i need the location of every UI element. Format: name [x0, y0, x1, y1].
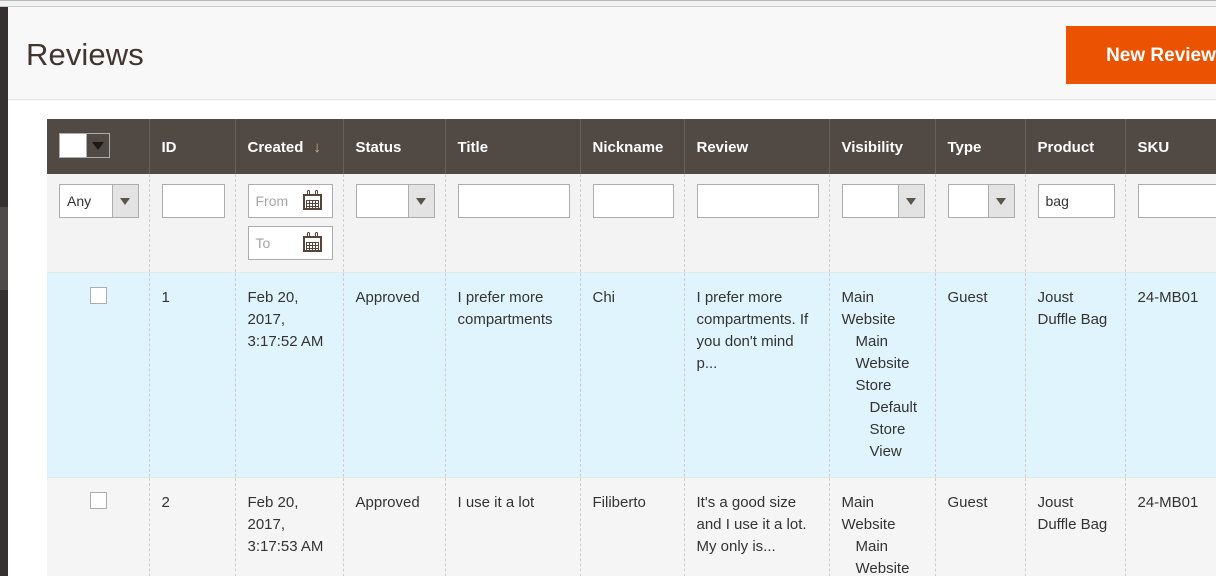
- filter-select-visibility[interactable]: [841, 184, 925, 218]
- cell-visibility: Main Website Main Website Store Default …: [829, 272, 936, 478]
- reviews-grid-container: ID Created ↓ Status Title Nickname Review…: [8, 100, 1216, 576]
- chevron-down-icon[interactable]: [111, 185, 138, 217]
- filter-date-from-placeholder: From: [255, 193, 289, 209]
- cell-sku: 24-MB01: [1125, 477, 1216, 576]
- visibility-website: Main Website: [841, 289, 896, 328]
- visibility-website: Main Website: [841, 494, 896, 533]
- top-scroll-strip: [0, 0, 1216, 7]
- filter-input-sku[interactable]: [1137, 184, 1216, 218]
- cell-review: I prefer more compartments. If you don't…: [684, 272, 830, 478]
- filter-cell-type: [935, 174, 1026, 273]
- filter-cell-title: [445, 174, 581, 273]
- column-header-select: [47, 119, 150, 174]
- calendar-icon[interactable]: [300, 190, 326, 212]
- column-label-nickname: Nickname: [592, 138, 664, 156]
- row-checkbox[interactable]: [90, 492, 108, 509]
- calendar-icon[interactable]: [300, 232, 326, 254]
- column-header-sku[interactable]: SKU: [1125, 119, 1216, 174]
- cell-title: I use it a lot: [445, 477, 581, 576]
- chevron-down-icon[interactable]: [897, 185, 924, 217]
- table-row[interactable]: 2 Feb 20, 2017, 3:17:53 AM Approved I us…: [47, 477, 1216, 576]
- column-header-nickname[interactable]: Nickname: [580, 119, 685, 174]
- column-header-created[interactable]: Created ↓: [235, 119, 344, 174]
- column-label-title: Title: [457, 138, 489, 156]
- filter-cell-visibility: [829, 174, 936, 273]
- column-label-product: Product: [1037, 138, 1095, 156]
- filter-select-type[interactable]: [947, 184, 1015, 218]
- reviews-grid: ID Created ↓ Status Title Nickname Review…: [47, 119, 1216, 576]
- cell-type: Guest: [935, 272, 1026, 478]
- cell-review: It's a good size and I use it a lot. My …: [684, 477, 830, 576]
- page-title: Reviews: [26, 37, 144, 72]
- cell-created: Feb 20, 2017, 3:17:52 AM: [235, 272, 344, 478]
- filter-date-to[interactable]: To: [247, 226, 333, 260]
- cell-type: Guest: [935, 477, 1026, 576]
- column-label-visibility: Visibility: [841, 138, 903, 156]
- cell-nickname: Chi: [580, 272, 685, 478]
- filter-cell-product: [1025, 174, 1126, 273]
- filter-select-status[interactable]: [355, 184, 435, 218]
- cell-status: Approved: [343, 272, 446, 478]
- new-review-button[interactable]: New Review: [1066, 26, 1216, 84]
- visibility-store-view: Default Store View: [869, 399, 918, 460]
- row-select-cell[interactable]: [47, 272, 150, 478]
- chevron-down-icon[interactable]: [407, 185, 434, 217]
- page-header: Reviews New Review: [8, 7, 1216, 100]
- visibility-store: Main Website Store: [855, 333, 910, 394]
- column-header-product[interactable]: Product: [1025, 119, 1126, 174]
- column-label-type: Type: [947, 138, 982, 156]
- cell-id: 1: [149, 272, 236, 478]
- column-header-visibility[interactable]: Visibility: [829, 119, 936, 174]
- admin-sidebar-rail[interactable]: [0, 7, 8, 576]
- column-header-id[interactable]: ID: [149, 119, 236, 174]
- filter-cell-created: From To: [235, 174, 344, 273]
- filter-input-nickname[interactable]: [592, 184, 674, 218]
- cell-visibility: Main Website Main Website Store Default …: [829, 477, 936, 576]
- filter-input-id[interactable]: [161, 184, 225, 218]
- column-label-sku: SKU: [1137, 138, 1170, 156]
- column-label-review: Review: [696, 138, 749, 156]
- column-label-status: Status: [355, 138, 402, 156]
- admin-reviews-page: Reviews New Review ID Created ↓ Status T…: [0, 0, 1216, 576]
- sort-descending-icon: ↓: [313, 138, 321, 156]
- cell-status: Approved: [343, 477, 446, 576]
- cell-title: I prefer more compartments: [445, 272, 581, 478]
- filter-input-review[interactable]: [696, 184, 819, 218]
- filter-cell-id: [149, 174, 236, 273]
- filter-select-any-value: Any: [67, 193, 92, 209]
- filter-cell-sku: [1125, 174, 1216, 273]
- cell-created: Feb 20, 2017, 3:17:53 AM: [235, 477, 344, 576]
- column-label-created: Created: [247, 138, 304, 156]
- cell-sku: 24-MB01: [1125, 272, 1216, 478]
- column-header-title[interactable]: Title: [445, 119, 581, 174]
- filter-input-product[interactable]: [1037, 184, 1115, 218]
- grid-filter-row: Any From To bag: [47, 174, 1216, 273]
- filter-select-any[interactable]: Any: [59, 184, 139, 218]
- cell-id: 2: [149, 477, 236, 576]
- chevron-down-icon[interactable]: [987, 185, 1014, 217]
- column-label-id: ID: [161, 138, 177, 156]
- filter-input-title[interactable]: [457, 184, 570, 218]
- row-select-cell[interactable]: [47, 477, 150, 576]
- filter-date-to-placeholder: To: [255, 235, 271, 251]
- filter-cell-review: [684, 174, 830, 273]
- chevron-down-icon[interactable]: [86, 134, 109, 157]
- select-all-checkbox[interactable]: [60, 134, 86, 157]
- filter-cell-nickname: [580, 174, 685, 273]
- cell-nickname: Filiberto: [580, 477, 685, 576]
- table-row[interactable]: 1 Feb 20, 2017, 3:17:52 AM Approved I pr…: [47, 272, 1216, 478]
- grid-header-row: ID Created ↓ Status Title Nickname Review…: [47, 119, 1216, 174]
- mass-action-select[interactable]: [59, 133, 110, 158]
- column-header-type[interactable]: Type: [935, 119, 1026, 174]
- row-checkbox[interactable]: [90, 287, 108, 304]
- column-header-status[interactable]: Status: [343, 119, 446, 174]
- filter-cell-select: Any: [47, 174, 150, 273]
- sidebar-active-indicator: [0, 207, 8, 290]
- filter-cell-status: [343, 174, 446, 273]
- cell-product: Joust Duffle Bag: [1025, 477, 1126, 576]
- cell-product: Joust Duffle Bag: [1025, 272, 1126, 478]
- column-header-review[interactable]: Review: [684, 119, 830, 174]
- filter-date-from[interactable]: From: [247, 184, 333, 218]
- visibility-store: Main Website Store: [855, 538, 910, 576]
